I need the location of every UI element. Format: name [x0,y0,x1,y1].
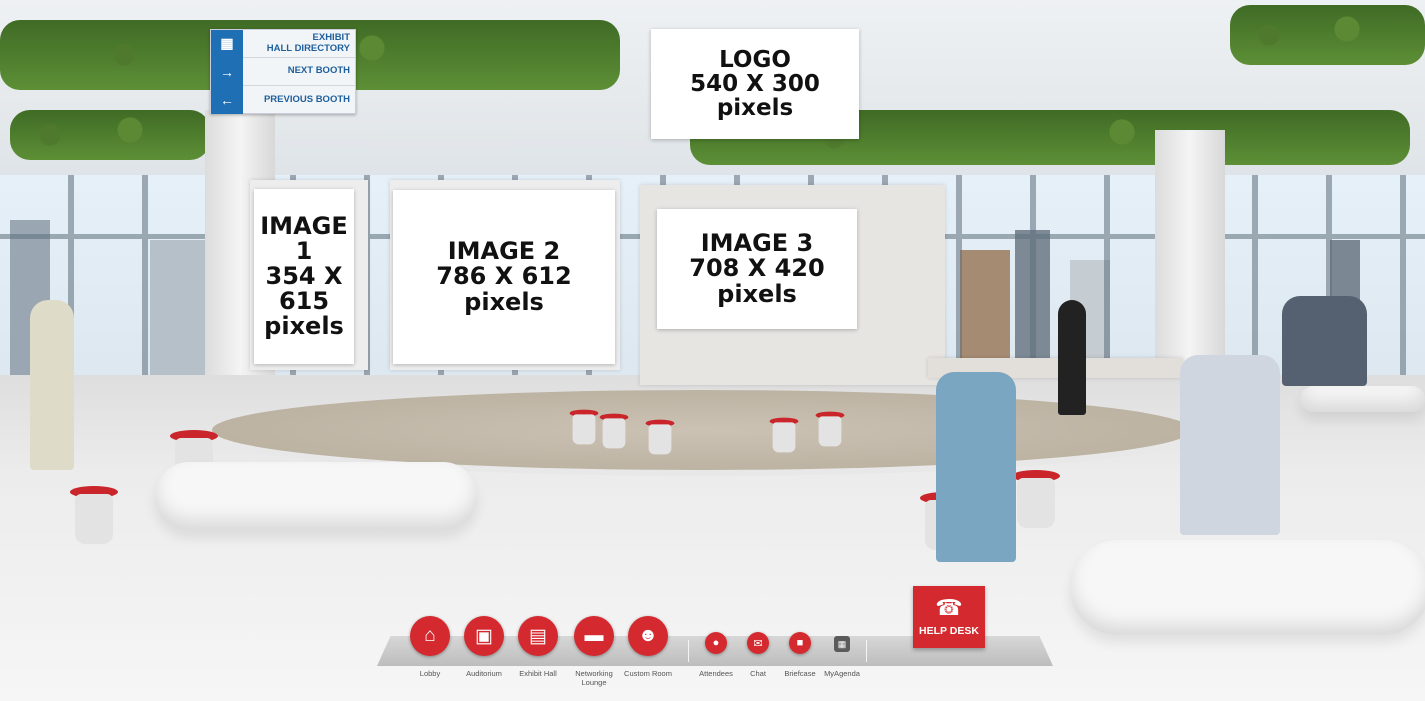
arrow-right-icon: → [211,57,243,86]
board-unit: pixels [264,312,344,341]
stool [569,409,599,445]
next-booth-label: NEXT BOOTH [287,65,350,77]
board-unit: pixels [464,287,544,316]
board-dimensions: 786 X 612 [436,262,572,291]
previous-booth-label: PREVIOUS BOOTH [263,93,350,105]
attendee-figure [30,300,74,470]
people-icon: ☻ [628,616,668,656]
hanging-plants [10,110,210,160]
exhibit-hall-icon: ▤ [518,616,558,656]
board-dimensions: 354 X 615 [265,261,343,316]
support-agent-icon: ☎ [935,595,963,620]
arrow-left-icon: ← [211,86,243,114]
lobby-label: Lobby [419,669,441,678]
attendee-figure [1180,355,1280,535]
attendee-group [1282,296,1367,386]
lobby-button[interactable]: ⌂ [410,616,450,656]
dock-separator [688,640,689,662]
previous-booth-button[interactable]: ← PREVIOUS BOOTH [211,86,355,114]
booth-navigation-panel: ▦ EXHIBIT HALL DIRECTORY → NEXT BOOTH ← … [210,29,356,114]
board-unit: pixels [716,95,794,122]
dock-separator [866,640,867,662]
myagenda-label: MyAgenda [824,669,860,678]
briefcase-button[interactable]: ■ [789,632,811,654]
exhibit-hall-directory-label: EXHIBIT HALL DIRECTORY [266,32,350,54]
exhibit-hall-button[interactable]: ▤ [518,616,558,656]
lounge-bench [1300,386,1425,412]
stool [769,417,799,453]
auditorium-icon: ▣ [464,616,504,656]
networking-lounge-button[interactable]: ▬ [574,616,614,656]
hanging-plants [1230,5,1425,65]
lounge-bench [1070,540,1425,635]
column [1155,130,1225,380]
home-icon: ⌂ [410,616,450,656]
stool [1012,470,1060,528]
help-desk-label: HELP DESK [919,625,979,637]
briefcase-icon: ■ [789,632,811,654]
user-icon: ● [705,632,727,654]
auditorium-button[interactable]: ▣ [464,616,504,656]
stool [645,419,675,455]
board-title: IMAGE 3 [700,229,814,258]
lounge-bench [155,462,477,530]
networking-lounge-label: Networking Lounge [575,669,613,687]
board-title: IMAGE 1 [260,211,348,265]
stool [815,411,845,447]
help-desk-button[interactable]: ☎ HELP DESK [913,586,985,648]
board-dimensions: 708 X 420 [689,254,825,283]
board-unit: pixels [717,279,797,308]
stool [599,413,629,449]
myagenda-button[interactable]: ▦ [834,636,850,652]
attendee-figure [936,372,1016,562]
stool [70,486,118,544]
image-2-board: IMAGE 2 786 X 612 pixels [393,190,615,364]
calendar-icon: ▦ [834,636,850,652]
board-title: IMAGE 2 [447,237,561,266]
sofa-icon: ▬ [574,616,614,656]
attendees-button[interactable]: ● [705,632,727,654]
next-booth-button[interactable]: → NEXT BOOTH [211,57,355,86]
image-1-board: IMAGE 1 354 X 615 pixels [254,189,354,364]
exhibit-hall-directory-button[interactable]: ▦ EXHIBIT HALL DIRECTORY [211,29,355,58]
image-3-board: IMAGE 3 708 X 420 pixels [657,209,857,329]
auditorium-label: Auditorium [466,669,502,678]
staff-figure [1058,300,1086,415]
booth-platform [212,390,1192,470]
custom-room-label: Custom Room [624,669,672,678]
chat-button[interactable]: ✉ [747,632,769,654]
grid-icon: ▦ [211,29,243,58]
exhibit-hall-label: Exhibit Hall [519,669,557,678]
custom-room-button[interactable]: ☻ [628,616,668,656]
board-title: LOGO [719,46,791,73]
board-dimensions: 540 X 300 [690,70,820,97]
chat-icon: ✉ [747,632,769,654]
logo-board: LOGO 540 X 300 pixels [651,29,859,139]
